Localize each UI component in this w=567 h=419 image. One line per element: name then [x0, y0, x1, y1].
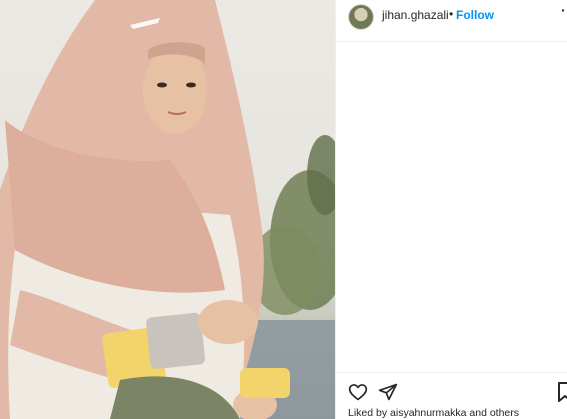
- bookmark-icon[interactable]: [558, 382, 567, 402]
- paper-plane-icon[interactable]: [378, 382, 398, 402]
- instagram-post: jihan.ghazali • Follow · Liked by aisyah…: [0, 0, 567, 419]
- likes-summary[interactable]: Liked by aisyahnurmakka and others: [348, 407, 519, 419]
- post-header: jihan.ghazali • Follow ·: [336, 0, 567, 42]
- separator-dot: •: [449, 7, 454, 21]
- photo-illustration: [0, 0, 335, 419]
- username-link[interactable]: jihan.ghazali: [382, 8, 449, 22]
- follow-button[interactable]: Follow: [456, 8, 494, 22]
- action-bar: Liked by aisyahnurmakka and others: [336, 372, 567, 419]
- avatar[interactable]: [348, 4, 374, 30]
- comments-area[interactable]: [336, 42, 567, 372]
- heart-outline-icon[interactable]: [348, 382, 368, 402]
- more-options-icon[interactable]: ·: [561, 2, 566, 18]
- post-photo[interactable]: [0, 0, 335, 419]
- post-side-panel: jihan.ghazali • Follow · Liked by aisyah…: [335, 0, 567, 419]
